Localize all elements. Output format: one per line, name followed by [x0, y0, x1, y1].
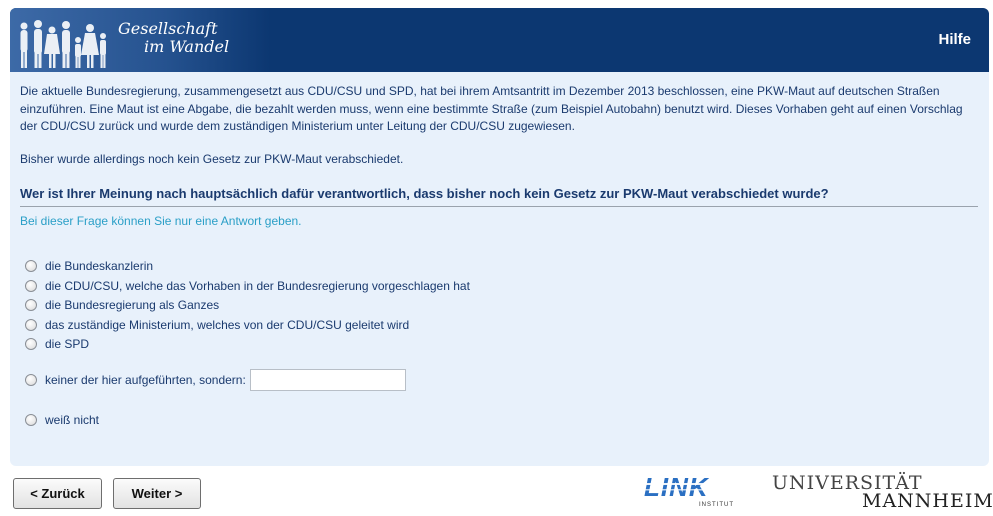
radio-button[interactable]: [25, 414, 37, 426]
option-label: die Bundesregierung als Ganzes: [45, 298, 220, 312]
next-button[interactable]: Weiter >: [113, 478, 201, 509]
intro-paragraph-2: Bisher wurde allerdings noch kein Gesetz…: [20, 152, 404, 166]
option-label: die SPD: [45, 337, 90, 351]
radio-button[interactable]: [25, 374, 37, 386]
option-bundesregierung[interactable]: die Bundesregierung als Ganzes: [25, 298, 219, 312]
option-label: das zuständige Ministerium, welches von …: [45, 318, 410, 332]
intro-text: Die aktuelle Bundesregierung, zusammenge…: [20, 83, 980, 136]
link-logo-subtitle: INSTITUT: [699, 502, 734, 508]
link-institut-logo: LINK INSTITUT: [644, 474, 734, 508]
uni-logo-line2: MANNHEIM: [862, 490, 993, 512]
option-label: die CDU/CSU, welche das Vorhaben in der …: [45, 279, 470, 293]
intro-paragraph: Die aktuelle Bundesregierung, zusammenge…: [20, 84, 963, 133]
survey-panel: Gesellschaft im Wandel Hilfe Die aktuell…: [10, 8, 989, 466]
radio-button[interactable]: [25, 280, 37, 292]
link-logo-text: LINK: [644, 474, 710, 502]
question-text: Wer ist Ihrer Meinung nach hauptsächlich…: [20, 186, 978, 207]
option-spd[interactable]: die SPD: [25, 337, 89, 351]
option-bundeskanzlerin[interactable]: die Bundeskanzlerin: [25, 259, 153, 273]
brand-wordmark: Gesellschaft im Wandel: [118, 20, 229, 56]
universitaet-mannheim-logo: UNIVERSITÄT MANNHEIM: [772, 472, 993, 512]
option-label: die Bundeskanzlerin: [45, 259, 154, 273]
option-ministerium[interactable]: das zuständige Ministerium, welches von …: [25, 318, 409, 332]
help-link[interactable]: Hilfe: [938, 31, 971, 48]
brand-line1: Gesellschaft: [118, 19, 218, 38]
header-bar: Gesellschaft im Wandel Hilfe: [10, 8, 989, 72]
option-dont-know[interactable]: weiß nicht: [25, 413, 99, 427]
radio-button[interactable]: [25, 299, 37, 311]
answer-hint: Bei dieser Frage können Sie nur eine Ant…: [20, 214, 302, 228]
option-other[interactable]: keiner der hier aufgeführten, sondern:: [25, 369, 406, 391]
radio-button[interactable]: [25, 260, 37, 272]
brand-line2: im Wandel: [144, 37, 230, 56]
option-cdu-csu[interactable]: die CDU/CSU, welche das Vorhaben in der …: [25, 279, 470, 293]
back-button[interactable]: < Zurück: [13, 478, 102, 509]
option-label: keiner der hier aufgeführten, sondern:: [45, 373, 246, 387]
radio-button[interactable]: [25, 338, 37, 350]
option-label: weiß nicht: [45, 413, 100, 427]
other-answer-input[interactable]: [249, 369, 406, 391]
people-silhouette-icon: [20, 20, 106, 68]
radio-button[interactable]: [25, 319, 37, 331]
